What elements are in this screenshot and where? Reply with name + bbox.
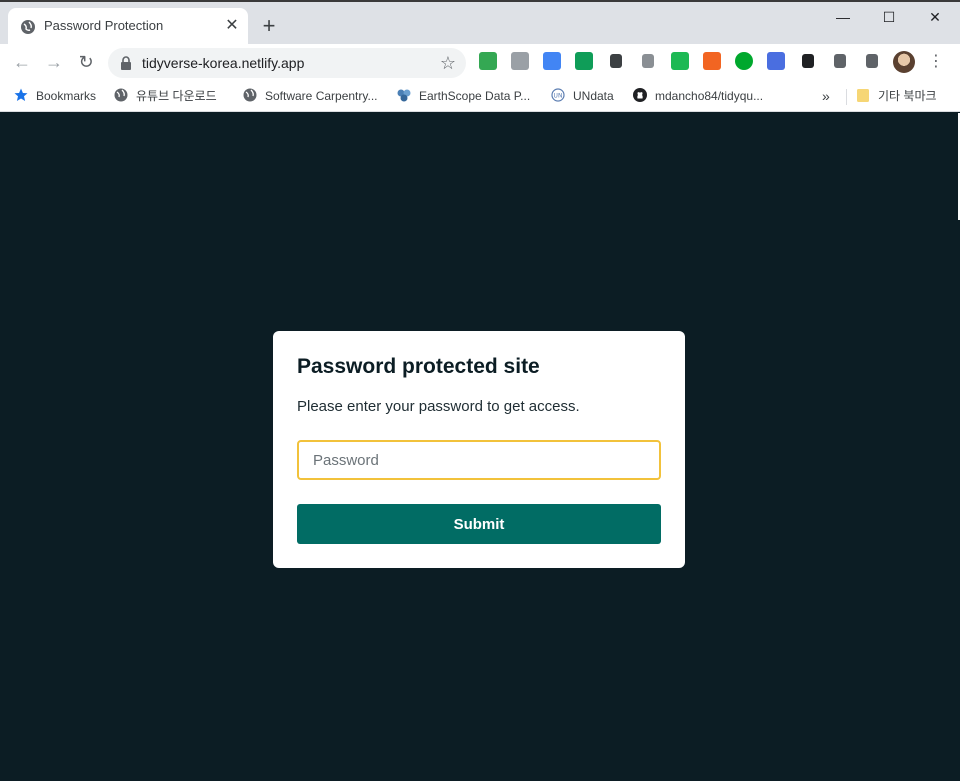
maximize-window-button[interactable]: ☐ (866, 4, 912, 30)
lock-icon (121, 56, 131, 70)
bookmarks-bar: Bookmarks 유튜브 다운로드 Software Carpentry...… (0, 80, 960, 112)
bookmark-label: Software Carpentry... (265, 89, 378, 103)
bookmark-undata[interactable]: UN UNdata (551, 86, 614, 106)
earthscope-icon (397, 89, 411, 102)
bookmark-youtube-download[interactable]: 유튜브 다운로드 (114, 86, 217, 106)
new-tab-button[interactable]: + (257, 14, 281, 38)
bookmark-label: Bookmarks (36, 89, 97, 103)
cursor-icon[interactable] (802, 54, 814, 68)
address-bar[interactable]: tidyverse-korea.netlify.app ☆ (108, 48, 466, 78)
browser-menu-icon[interactable]: ⋮ (928, 50, 944, 74)
bookmark-other-folder[interactable]: 기타 북마크 (856, 86, 937, 106)
bookmark-earthscope[interactable]: EarthScope Data P... (397, 86, 530, 106)
page-content: Password protected site Please enter you… (0, 113, 960, 781)
page-title: Password protected site (297, 355, 540, 378)
forward-button[interactable]: → (40, 48, 68, 76)
minimize-window-button[interactable]: — (820, 4, 866, 30)
folder-icon (857, 89, 869, 102)
green-square-icon[interactable] (671, 52, 689, 70)
window-top-edge (0, 0, 960, 2)
bookmark-label: 기타 북마크 (878, 89, 937, 103)
brush-icon[interactable] (642, 54, 654, 68)
evernote-icon[interactable] (735, 52, 753, 70)
reload-button[interactable]: ↻ (72, 48, 100, 76)
green-extension-icon[interactable] (575, 52, 593, 70)
svg-text:UN: UN (554, 93, 563, 100)
bookmark-label: 유튜브 다운로드 (136, 89, 217, 103)
bookmark-bookmarks[interactable]: Bookmarks (14, 86, 96, 106)
google-translate-icon[interactable] (543, 52, 561, 70)
bookmark-label: UNdata (573, 89, 614, 103)
bookmark-label: mdancho84/tidyqu... (655, 89, 764, 103)
password-input[interactable] (297, 440, 661, 480)
close-tab-icon[interactable]: ✕ (222, 16, 242, 36)
github-icon (633, 88, 647, 102)
card-description: Please enter your password to get access… (297, 398, 580, 415)
tab-title: Password Protection (44, 18, 164, 33)
back-button[interactable]: ← (8, 48, 36, 76)
close-window-button[interactable]: ✕ (912, 4, 958, 30)
submit-button[interactable]: Submit (297, 504, 661, 544)
password-card: Password protected site Please enter you… (273, 331, 685, 568)
bookmark-star-icon[interactable]: ☆ (440, 52, 456, 74)
star-icon (14, 88, 28, 101)
puzzle-icon[interactable] (834, 54, 846, 68)
ex-icon[interactable] (703, 52, 721, 70)
google-drive-icon[interactable] (479, 52, 497, 70)
globe-icon (243, 88, 257, 102)
blue-gem-icon[interactable] (767, 52, 785, 70)
bookmark-label: EarthScope Data P... (419, 89, 531, 103)
un-icon: UN (551, 88, 565, 102)
browser-titlebar: Password Protection ✕ + — ☐ ✕ (0, 0, 960, 44)
playlist-icon[interactable] (866, 54, 878, 68)
eyedropper-icon[interactable] (610, 54, 622, 68)
profile-avatar[interactable] (893, 51, 915, 73)
bookmark-github-tidyquant[interactable]: mdancho84/tidyqu... (633, 86, 763, 106)
globe-icon (114, 88, 128, 102)
bookmarks-divider (846, 89, 847, 105)
drive-grey-icon[interactable] (511, 52, 529, 70)
more-bookmarks-chevron-icon[interactable]: » (822, 86, 830, 106)
globe-icon (21, 20, 35, 34)
browser-tab-active[interactable]: Password Protection ✕ (8, 8, 248, 44)
url-text[interactable]: tidyverse-korea.netlify.app (142, 55, 304, 71)
bookmark-software-carpentry[interactable]: Software Carpentry... (243, 86, 378, 106)
